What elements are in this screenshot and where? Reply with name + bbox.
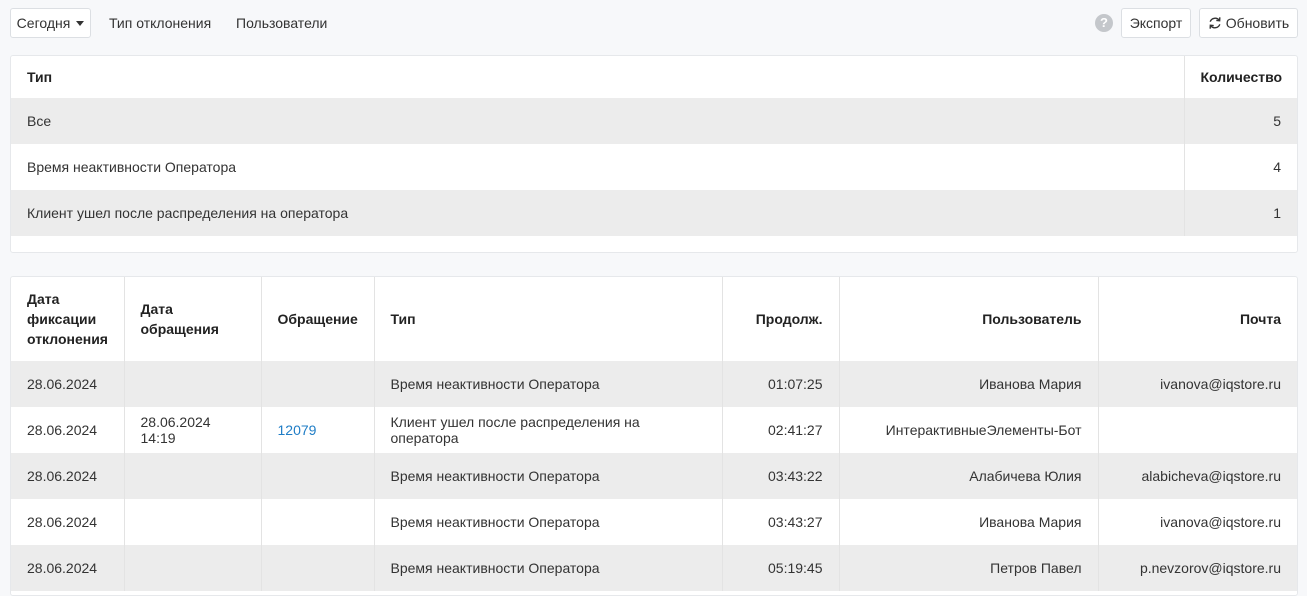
details-header-email[interactable]: Почта [1098, 277, 1297, 361]
cell-request [261, 453, 375, 499]
cell-duration: 02:41:27 [722, 407, 840, 453]
table-row[interactable]: 28.06.2024 28.06.2024 14:19 12079 Клиент… [11, 407, 1297, 453]
cell-duration: 01:07:25 [722, 361, 840, 407]
help-icon[interactable]: ? [1095, 14, 1113, 32]
table-row[interactable]: 28.06.2024 Время неактивности Оператора … [11, 361, 1297, 407]
cell-duration: 03:43:22 [722, 453, 840, 499]
cell-request: 12079 [261, 407, 375, 453]
cell-duration: 03:43:27 [722, 499, 840, 545]
table-row[interactable]: 28.06.2024 Время неактивности Оператора … [11, 499, 1297, 545]
toolbar: Сегодня Тип отклонения Пользователи ? Эк… [0, 0, 1307, 48]
cell-fix-date: 28.06.2024 [11, 407, 125, 453]
summary-header-type[interactable]: Тип [11, 56, 1185, 98]
refresh-label: Обновить [1225, 15, 1290, 31]
cell-request [261, 545, 375, 591]
details-table: Дата фиксации отклонения Дата обращения … [11, 277, 1297, 591]
cell-type: Время неактивности Оператора [374, 453, 723, 499]
cell-request [261, 499, 375, 545]
summary-cell-count: 5 [1184, 98, 1297, 144]
request-link[interactable]: 12079 [278, 422, 317, 438]
summary-row[interactable]: Время неактивности Оператора 4 [11, 144, 1297, 190]
cell-user: ИнтерактивныеЭлементы-Бот [839, 407, 1099, 453]
cell-user: Иванова Мария [839, 499, 1099, 545]
cell-email: alabicheva@iqstore.ru [1098, 453, 1297, 499]
cell-type: Время неактивности Оператора [374, 361, 723, 407]
summary-cell-type: Клиент ушел после распределения на опера… [11, 190, 1185, 236]
cell-request-date [124, 361, 262, 407]
caret-down-icon [76, 20, 85, 26]
summary-header-count[interactable]: Количество [1184, 56, 1297, 98]
summary-panel: Тип Количество Все 5 Время неактивности … [10, 55, 1298, 253]
table-row[interactable]: 28.06.2024 Время неактивности Оператора … [11, 453, 1297, 499]
cell-fix-date: 28.06.2024 [11, 361, 125, 407]
cell-email [1098, 407, 1297, 453]
tab-deviation-type[interactable]: Тип отклонения [109, 8, 211, 38]
summary-cell-type: Все [11, 98, 1185, 144]
cell-fix-date: 28.06.2024 [11, 499, 125, 545]
details-header-type[interactable]: Тип [374, 277, 723, 361]
tab-users[interactable]: Пользователи [236, 8, 327, 38]
cell-email: ivanova@iqstore.ru [1098, 361, 1297, 407]
export-button[interactable]: Экспорт [1121, 8, 1191, 38]
cell-email: ivanova@iqstore.ru [1160, 514, 1281, 530]
cell-user: Иванова Мария [839, 361, 1099, 407]
cell-user: Петров Павел [839, 545, 1099, 591]
cell-email: p.nevzorov@iqstore.ru [1098, 545, 1297, 591]
summary-cell-count: 4 [1273, 159, 1281, 175]
details-header-user[interactable]: Пользователь [839, 277, 1099, 361]
cell-user: Алабичева Юлия [839, 453, 1099, 499]
summary-cell-type: Время неактивности Оператора [11, 144, 1185, 190]
cell-request [261, 361, 375, 407]
cell-duration: 05:19:45 [722, 545, 840, 591]
table-row[interactable]: 28.06.2024 Время неактивности Оператора … [11, 545, 1297, 591]
cell-request-date [124, 545, 262, 591]
cell-fix-date: 28.06.2024 [11, 545, 125, 591]
cell-type: Клиент ушел после распределения на опера… [374, 407, 723, 453]
details-header-request-date[interactable]: Дата обращения [124, 277, 262, 361]
cell-request-date: 28.06.2024 14:19 [124, 407, 262, 453]
summary-table: Тип Количество Все 5 Время неактивности … [11, 56, 1297, 236]
summary-cell-count: 1 [1184, 190, 1297, 236]
period-label: Сегодня [16, 15, 71, 31]
cell-request-date [124, 499, 262, 545]
cell-type: Время неактивности Оператора [374, 545, 723, 591]
summary-row[interactable]: Все 5 [11, 98, 1297, 144]
cell-fix-date: 28.06.2024 [11, 453, 125, 499]
details-panel: Дата фиксации отклонения Дата обращения … [10, 276, 1298, 596]
period-dropdown[interactable]: Сегодня [10, 8, 91, 38]
summary-row[interactable]: Клиент ушел после распределения на опера… [11, 190, 1297, 236]
details-header-duration[interactable]: Продолж. [722, 277, 840, 361]
refresh-button[interactable]: Обновить [1199, 8, 1298, 38]
details-header-request[interactable]: Обращение [261, 277, 375, 361]
details-header-row: Дата фиксации отклонения Дата обращения … [11, 277, 1297, 361]
refresh-icon [1209, 17, 1221, 29]
details-header-fix-date[interactable]: Дата фиксации отклонения [11, 277, 125, 361]
cell-request-date [124, 453, 262, 499]
summary-header-row: Тип Количество [11, 56, 1297, 98]
cell-type: Время неактивности Оператора [374, 499, 723, 545]
